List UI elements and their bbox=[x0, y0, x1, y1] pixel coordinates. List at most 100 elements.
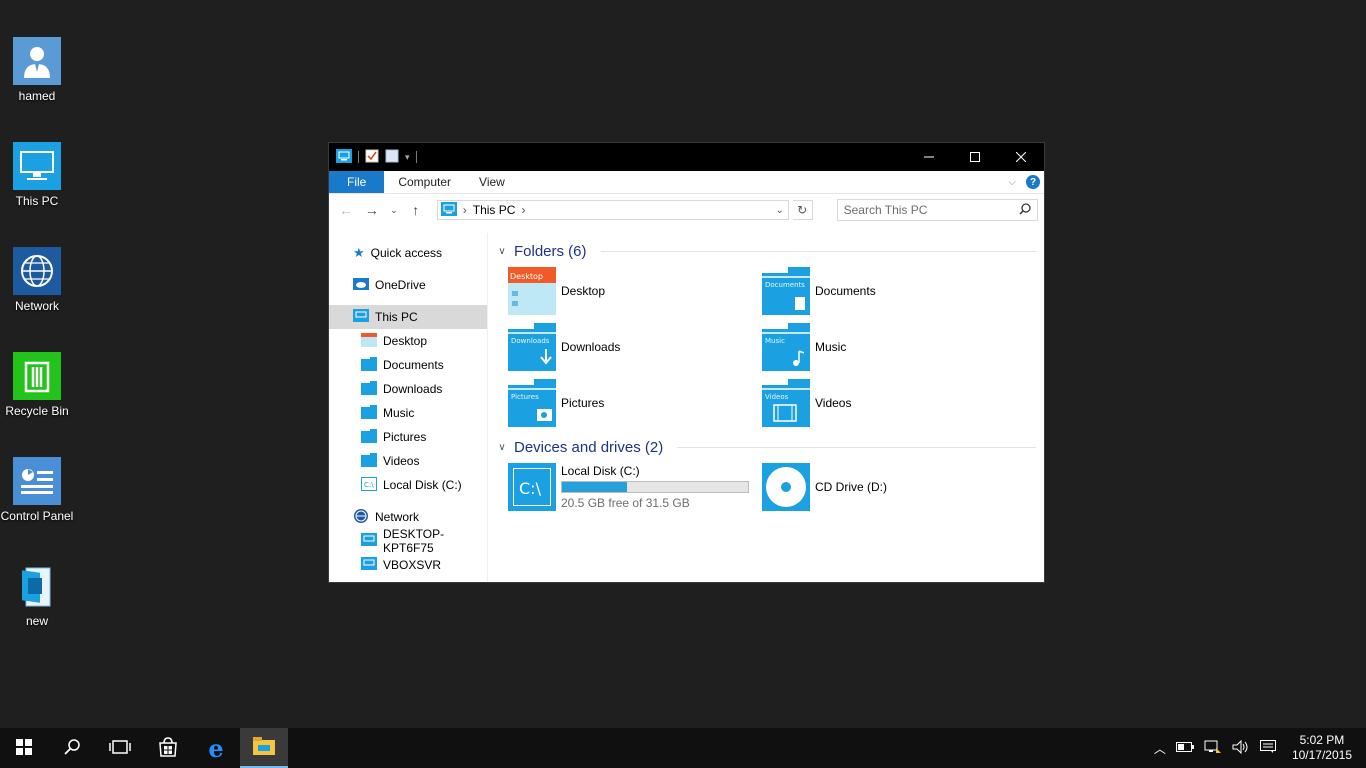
start-button[interactable] bbox=[0, 728, 48, 768]
file-explorer-window[interactable]: ▾ File Computer View ⌵ ? ← → ⌄ ↑ › This … bbox=[328, 142, 1045, 583]
toolbar-separator bbox=[415, 151, 417, 163]
nav-desktop[interactable]: Desktop bbox=[329, 329, 487, 353]
search-input[interactable]: Search This PC bbox=[844, 203, 928, 217]
nav-network-computer[interactable]: VBOXSVR bbox=[329, 553, 487, 577]
volume-icon[interactable] bbox=[1232, 739, 1250, 757]
this-pc-small-icon bbox=[440, 201, 457, 219]
maximize-button[interactable] bbox=[952, 143, 998, 171]
network-status-icon[interactable] bbox=[1204, 740, 1222, 757]
computer-icon bbox=[13, 142, 61, 190]
folder-tile-downloads[interactable]: Downloads Downloads bbox=[508, 323, 762, 371]
store-button[interactable] bbox=[144, 728, 192, 768]
desktop-icon-label: hamed bbox=[18, 89, 56, 103]
title-bar[interactable]: ▾ bbox=[329, 143, 1044, 171]
nav-network[interactable]: Network bbox=[329, 505, 487, 529]
search-icon bbox=[64, 738, 80, 758]
system-tray: ︿ 5:02 PM 10/17/2015 bbox=[1154, 728, 1366, 768]
expand-ribbon-icon[interactable]: ⌵ bbox=[1008, 177, 1016, 188]
folder-name: Music bbox=[815, 340, 847, 354]
properties-icon[interactable] bbox=[365, 149, 379, 166]
drive-tile-cd-drive[interactable]: CD Drive (D:) bbox=[762, 463, 1016, 511]
recent-locations-button[interactable]: ⌄ bbox=[387, 199, 401, 221]
help-icon[interactable]: ? bbox=[1026, 175, 1040, 189]
clock[interactable]: 5:02 PM 10/17/2015 bbox=[1286, 733, 1358, 763]
toolbar-separator bbox=[358, 151, 359, 163]
desktop-icon-user[interactable]: hamed bbox=[0, 37, 74, 104]
nav-documents[interactable]: Documents bbox=[329, 353, 487, 377]
tab-view[interactable]: View bbox=[465, 171, 519, 193]
nav-label: This PC bbox=[375, 310, 418, 324]
drive-free-space: 20.5 GB free of 31.5 GB bbox=[561, 496, 690, 510]
address-bar[interactable]: › This PC › ⌄ bbox=[436, 200, 789, 220]
collapse-chevron-icon[interactable]: ∨ bbox=[496, 246, 508, 257]
close-button[interactable] bbox=[998, 143, 1044, 171]
up-button[interactable]: ↑ bbox=[405, 199, 427, 221]
collapse-chevron-icon[interactable]: ∨ bbox=[496, 442, 508, 453]
nav-pictures[interactable]: Pictures bbox=[329, 425, 487, 449]
nav-music[interactable]: Music bbox=[329, 401, 487, 425]
breadcrumb-separator[interactable]: › bbox=[463, 203, 467, 217]
drive-name: Local Disk (C:) bbox=[561, 464, 640, 478]
computer-icon bbox=[361, 557, 377, 573]
navigation-bar: ← → ⌄ ↑ › This PC › ⌄ ↻ Search This PC bbox=[329, 194, 1044, 226]
desktop-icon-label: Network bbox=[14, 299, 59, 313]
folder-tile-videos[interactable]: Videos Videos bbox=[762, 379, 1016, 427]
minimize-button[interactable] bbox=[906, 143, 952, 171]
this-pc-small-icon bbox=[336, 148, 352, 166]
content-pane: ∨ Folders (6) Desktop Desktop Documents … bbox=[488, 233, 1044, 582]
desktop-icon-network[interactable]: Network bbox=[0, 247, 74, 314]
taskbar: e ︿ 5:02 PM 10/17/2015 bbox=[0, 728, 1366, 768]
refresh-button[interactable]: ↻ bbox=[792, 200, 813, 220]
show-hidden-icons-icon[interactable]: ︿ bbox=[1154, 740, 1166, 757]
new-folder-icon[interactable] bbox=[385, 149, 399, 166]
folder-tile-desktop[interactable]: Desktop Desktop bbox=[508, 267, 762, 315]
back-button[interactable]: ← bbox=[335, 199, 357, 221]
edge-browser-icon: e bbox=[208, 733, 224, 763]
cd-drive-icon bbox=[762, 463, 810, 511]
folders-section-header[interactable]: ∨ Folders (6) bbox=[496, 239, 1036, 263]
folder-tile-music[interactable]: Music Music bbox=[762, 323, 1016, 371]
file-explorer-taskbar-button[interactable] bbox=[240, 728, 288, 768]
nav-this-pc[interactable]: This PC bbox=[329, 305, 487, 329]
customize-toolbar-icon[interactable]: ▾ bbox=[405, 152, 410, 163]
nav-quick-access[interactable]: ★ Quick access bbox=[329, 241, 487, 265]
navigation-pane: ★ Quick access OneDrive This PC Desktop … bbox=[329, 233, 488, 582]
battery-icon[interactable] bbox=[1175, 741, 1194, 755]
document-icon bbox=[13, 562, 61, 610]
address-dropdown-icon[interactable]: ⌄ bbox=[772, 205, 788, 216]
tab-file[interactable]: File bbox=[329, 171, 385, 193]
breadcrumb-this-pc[interactable]: This PC bbox=[473, 203, 516, 217]
desktop-icon-recycle-bin[interactable]: Recycle Bin bbox=[0, 352, 74, 419]
drive-icon: C:\ bbox=[361, 476, 377, 494]
nav-label: Quick access bbox=[370, 246, 443, 260]
breadcrumb-separator[interactable]: › bbox=[521, 203, 525, 217]
action-center-icon[interactable] bbox=[1259, 739, 1276, 757]
nav-network-computer[interactable]: DESKTOP-KPT6F75 bbox=[329, 527, 487, 555]
drive-tile-local-disk[interactable]: C:\ Local Disk (C:) 20.5 GB free of 31.5… bbox=[508, 463, 762, 511]
forward-button[interactable]: → bbox=[361, 199, 383, 221]
nav-local-disk[interactable]: C:\ Local Disk (C:) bbox=[329, 473, 487, 497]
folder-tile-documents[interactable]: Documents Documents bbox=[762, 267, 1016, 315]
nav-onedrive[interactable]: OneDrive bbox=[329, 273, 487, 297]
search-button[interactable] bbox=[48, 728, 96, 768]
search-box[interactable]: Search This PC bbox=[836, 199, 1039, 221]
desktop-icon-new[interactable]: new bbox=[0, 562, 74, 629]
folder-icon bbox=[361, 356, 377, 374]
tab-computer[interactable]: Computer bbox=[384, 171, 465, 193]
desktop-icon-this-pc[interactable]: This PC bbox=[0, 142, 74, 209]
nav-label: Videos bbox=[383, 454, 420, 468]
folder-icon-text: Pictures bbox=[511, 393, 539, 401]
recycle-bin-icon bbox=[13, 352, 61, 400]
task-view-button[interactable] bbox=[96, 728, 144, 768]
desktop-icon-control-panel[interactable]: Control Panel bbox=[0, 457, 74, 524]
nav-videos[interactable]: Videos bbox=[329, 449, 487, 473]
videos-folder-icon: Videos bbox=[762, 379, 810, 427]
nav-label: Local Disk (C:) bbox=[383, 478, 462, 492]
folder-tile-pictures[interactable]: Pictures Pictures bbox=[508, 379, 762, 427]
nav-downloads[interactable]: Downloads bbox=[329, 377, 487, 401]
edge-button[interactable]: e bbox=[192, 728, 240, 768]
folder-name: Downloads bbox=[561, 340, 621, 354]
desktop-icon-label: Recycle Bin bbox=[5, 404, 69, 418]
drives-grid: C:\ Local Disk (C:) 20.5 GB free of 31.5… bbox=[496, 463, 1036, 511]
drives-section-header[interactable]: ∨ Devices and drives (2) bbox=[496, 435, 1036, 459]
